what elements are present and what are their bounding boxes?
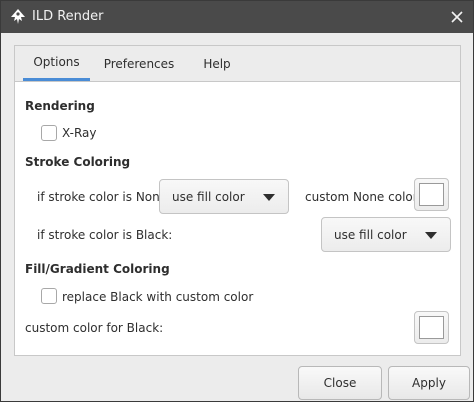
- apply-button[interactable]: Apply: [388, 366, 470, 400]
- custom-black-color-label: custom color for Black:: [25, 321, 164, 335]
- stroke-black-dropdown[interactable]: use fill color: [321, 217, 451, 252]
- replace-black-label: replace Black with custom color: [62, 290, 254, 304]
- stroke-coloring-heading: Stroke Coloring: [25, 155, 131, 169]
- tab-help[interactable]: Help: [192, 46, 242, 81]
- stroke-none-label: if stroke color is None:: [37, 190, 172, 204]
- custom-none-color-swatch: [419, 183, 444, 206]
- custom-black-color-swatch: [419, 316, 444, 339]
- stroke-none-value: use fill color: [172, 190, 245, 204]
- close-icon: [451, 11, 463, 23]
- xray-checkbox[interactable]: [41, 125, 57, 141]
- custom-none-color-button[interactable]: [414, 178, 449, 211]
- custom-black-color-button[interactable]: [414, 311, 449, 344]
- close-window-button[interactable]: [445, 5, 469, 29]
- tab-preferences[interactable]: Preferences: [99, 46, 179, 81]
- tab-panel: Options Preferences Help Rendering X-Ray…: [14, 45, 461, 356]
- chevron-down-icon: [263, 194, 275, 201]
- tab-options[interactable]: Options: [23, 46, 90, 81]
- ild-render-dialog: ILD Render Options Preferences Help Rend…: [0, 0, 474, 402]
- custom-none-color-label: custom None color:: [305, 190, 422, 204]
- stroke-none-dropdown[interactable]: use fill color: [159, 179, 289, 214]
- chevron-down-icon: [425, 232, 437, 239]
- tab-bar: Options Preferences Help: [15, 46, 460, 82]
- stroke-black-value: use fill color: [334, 228, 407, 242]
- fill-gradient-heading: Fill/Gradient Coloring: [25, 262, 170, 276]
- window-title: ILD Render: [32, 9, 104, 24]
- xray-label: X-Ray: [62, 126, 97, 140]
- rendering-heading: Rendering: [25, 99, 95, 113]
- close-button[interactable]: Close: [298, 366, 382, 400]
- replace-black-checkbox[interactable]: [41, 288, 57, 304]
- title-bar: ILD Render: [1, 1, 473, 33]
- stroke-black-label: if stroke color is Black:: [37, 228, 173, 242]
- inkscape-logo-icon: [11, 9, 25, 24]
